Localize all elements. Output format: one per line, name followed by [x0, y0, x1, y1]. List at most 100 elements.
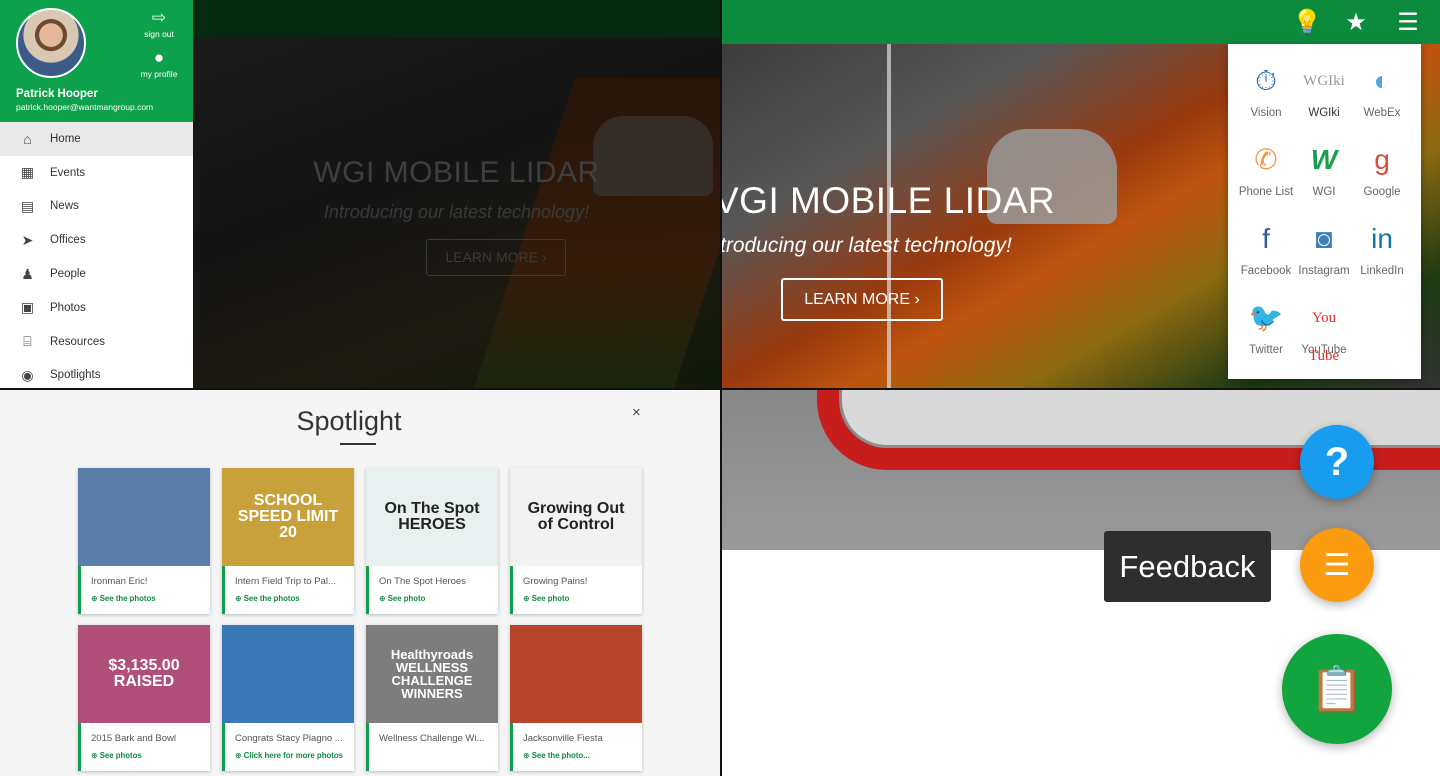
spotlight-card[interactable]: Jacksonville Fiesta ⊕ See the photo...: [510, 625, 642, 771]
hero-banner-dimmed: WGI MOBILE LIDAR Introducing our latest …: [193, 38, 720, 388]
accent-bar: [510, 566, 513, 614]
hero-subtitle: Introducing our latest technology!: [323, 202, 590, 222]
wgi-logo-icon: W: [1310, 144, 1338, 175]
app-label: Google: [1363, 186, 1401, 198]
sidebar-item-label: Resources: [50, 335, 105, 348]
sidebar-item-events[interactable]: ▦ Events: [0, 156, 193, 190]
lightbulb-icon: ◉: [21, 366, 34, 383]
sidebar-item-spotlights[interactable]: ◉ Spotlights: [0, 359, 193, 388]
youtube-icon: You Tube: [1308, 310, 1340, 364]
title-underline: [340, 443, 376, 445]
sidebar-item-photos[interactable]: ▣ Photos: [0, 291, 193, 325]
app-twitter[interactable]: 🐦 Twitter: [1237, 299, 1295, 356]
image-icon: ▣: [20, 299, 35, 316]
card-title: On The Spot Heroes: [379, 576, 466, 587]
app-youtube[interactable]: You Tube YouTube: [1295, 299, 1353, 364]
twitter-icon: 🐦: [1248, 302, 1284, 333]
card-thumbnail[interactable]: Healthyroads WELLNESS CHALLENGE WINNERS: [366, 625, 498, 723]
hero-title: VGI MOBILE LIDAR: [722, 180, 1056, 221]
app-label: Facebook: [1240, 265, 1292, 277]
sidebar-item-home[interactable]: ⌂ Home: [0, 122, 193, 156]
google-icon: g: [1374, 144, 1390, 175]
see-photos-link[interactable]: ⊕ See the photos: [91, 594, 156, 603]
sidebar-header: ⇨ sign out ● my profile Patrick Hooper p…: [0, 0, 193, 122]
wgiki-logo-icon: WGIki: [1303, 73, 1345, 89]
card-title: Growing Pains!: [523, 576, 588, 587]
app-linkedin[interactable]: in LinkedIn: [1353, 220, 1411, 277]
user-name: Patrick Hooper: [16, 88, 98, 100]
avatar[interactable]: [16, 8, 86, 78]
app-label: WGIki: [1308, 107, 1340, 119]
linkedin-icon: in: [1371, 223, 1393, 254]
card-thumbnail[interactable]: Growing Out of Control: [510, 468, 642, 566]
sign-out-label: sign out: [144, 29, 174, 39]
close-icon[interactable]: ×: [632, 404, 641, 421]
sidebar-item-label: Offices: [50, 234, 86, 247]
spotlight-card[interactable]: $3,135.00 RAISED 2015 Bark and Bowl ⊕ See …: [78, 625, 210, 771]
top-bar-dimmed: [193, 0, 720, 38]
app-wgi[interactable]: W WGI: [1295, 141, 1353, 198]
accent-bar: [366, 723, 369, 771]
newspaper-icon: ▤: [20, 197, 35, 214]
see-photos-link[interactable]: ⊕ See photo: [523, 594, 569, 603]
card-title: Ironman Eric!: [91, 576, 148, 587]
card-thumbnail[interactable]: SCHOOL SPEED LIMIT 20: [222, 468, 354, 566]
app-label: Instagram: [1298, 265, 1350, 277]
sidebar-item-resources[interactable]: ⌸ Resources: [0, 325, 193, 359]
spotlight-card[interactable]: Healthyroads WELLNESS CHALLENGE WINNERS W…: [366, 625, 498, 771]
app-google[interactable]: g Google: [1353, 141, 1411, 198]
spotlight-card[interactable]: On The Spot HEROES On The Spot Heroes ⊕ Se…: [366, 468, 498, 614]
hamburger-menu-icon[interactable]: ☰: [1394, 9, 1422, 37]
learn-more-button[interactable]: LEARN MORE ›: [781, 278, 943, 321]
accent-bar: [78, 566, 81, 614]
lightbulb-icon[interactable]: 💡: [1292, 9, 1322, 37]
stopwatch-icon: ⏱: [1255, 65, 1277, 96]
learn-more-button[interactable]: LEARN MORE ›: [426, 239, 566, 276]
phone-icon: ✆: [1254, 144, 1278, 175]
app-facebook[interactable]: f Facebook: [1237, 220, 1295, 277]
accent-bar: [222, 566, 225, 614]
see-photos-link[interactable]: ⊕ See the photos: [235, 594, 300, 603]
spotlight-card[interactable]: SCHOOL SPEED LIMIT 20 Intern Field Trip t…: [222, 468, 354, 614]
app-instagram[interactable]: ◙ Instagram: [1295, 220, 1353, 277]
card-thumbnail[interactable]: $3,135.00 RAISED: [78, 625, 210, 723]
sidebar-item-news[interactable]: ▤ News: [0, 190, 193, 224]
home-icon: ⌂: [23, 130, 32, 147]
accent-bar: [222, 723, 225, 771]
feedback-tooltip: Feedback: [1104, 531, 1271, 602]
sidebar-item-offices[interactable]: ➤ Offices: [0, 223, 193, 257]
spotlight-card[interactable]: Growing Out of Control Growing Pains! ⊕ Se…: [510, 468, 642, 614]
facebook-icon: f: [1262, 223, 1270, 254]
question-icon: ?: [1324, 439, 1350, 484]
sidebar-item-label: Events: [50, 166, 86, 179]
app-label: WGI: [1312, 186, 1336, 198]
see-photos-link[interactable]: ⊕ See the photo...: [523, 751, 590, 760]
star-icon[interactable]: ★: [1342, 9, 1370, 37]
location-arrow-icon: ➤: [21, 231, 34, 248]
see-photos-link[interactable]: ⊕ See photo: [379, 594, 425, 603]
main-action-button[interactable]: 📋: [1282, 634, 1392, 744]
app-vision[interactable]: ⏱ Vision: [1237, 62, 1295, 119]
sidebar: ⇨ sign out ● my profile Patrick Hooper p…: [0, 0, 193, 388]
card-thumbnail[interactable]: [510, 625, 642, 723]
card-thumbnail[interactable]: On The Spot HEROES: [366, 468, 498, 566]
app-wgiki[interactable]: WGIki WGIki: [1295, 62, 1353, 119]
card-thumbnail[interactable]: [78, 468, 210, 566]
calendar-icon: ▦: [20, 164, 35, 181]
see-photos-link[interactable]: ⊕ See photos: [91, 751, 142, 760]
card-thumbnail[interactable]: [222, 625, 354, 723]
accent-bar: [366, 566, 369, 614]
see-photos-link[interactable]: ⊕ Click here for more photos: [235, 751, 343, 760]
app-webex[interactable]: ◐ WebEx: [1353, 62, 1411, 119]
sign-out-button[interactable]: ⇨ sign out: [135, 9, 183, 40]
sidebar-item-label: Home: [50, 132, 81, 145]
my-profile-button[interactable]: ● my profile: [135, 49, 183, 80]
feedback-button[interactable]: ☰: [1300, 528, 1374, 602]
help-button[interactable]: ?: [1300, 425, 1374, 499]
spotlight-screenshot: Spotlight × Ironman Eric! ⊕ See the photo…: [0, 390, 720, 776]
spotlight-card[interactable]: Congrats Stacy Piagno ... ⊕ Click here fo…: [222, 625, 354, 771]
spotlight-card[interactable]: Ironman Eric! ⊕ See the photos: [78, 468, 210, 614]
sidebar-item-people[interactable]: ♟ People: [0, 257, 193, 291]
thumbnail-text: Growing Out of Control: [527, 500, 625, 533]
app-phone-list[interactable]: ✆ Phone List: [1237, 141, 1295, 198]
